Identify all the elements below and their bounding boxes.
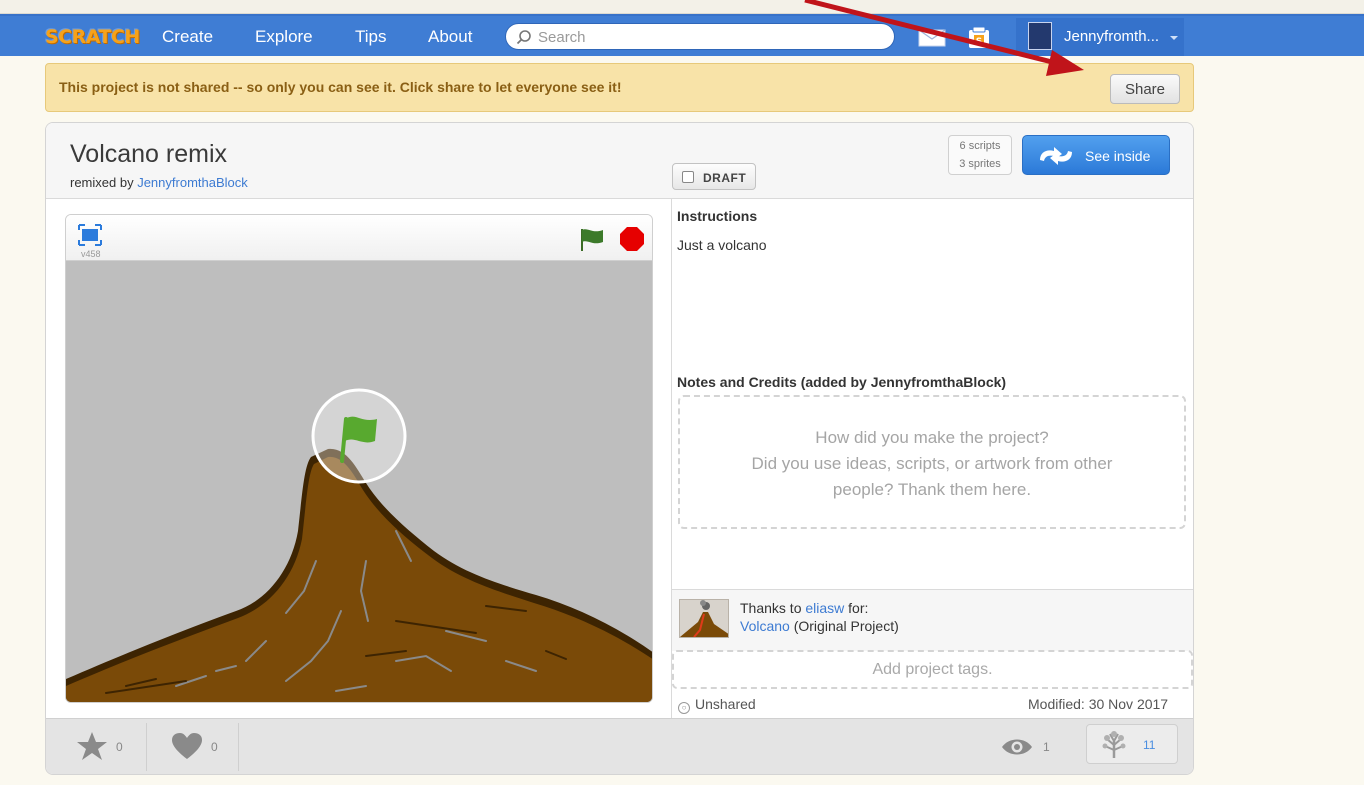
original-project-thumbnail[interactable] [679,599,729,638]
messages-icon[interactable] [918,29,946,47]
heart-icon [172,733,202,759]
tags-input[interactable]: Add project tags. [672,650,1193,689]
avatar [1028,22,1052,50]
instructions-title: Instructions [677,208,758,224]
fullscreen-icon[interactable] [78,224,102,246]
remixed-by-prefix: remixed by [70,175,138,190]
browser-top-strip [0,0,1364,14]
draft-label: DRAFT [703,171,747,185]
svg-text:S: S [976,37,982,47]
remix-tree-button[interactable]: 11 [1086,724,1178,764]
notes-placeholder: How did you make the project? Did you us… [680,425,1184,503]
love-count: 0 [211,740,218,754]
not-shared-banner: This project is not shared -- so only yo… [45,63,1194,112]
credit-project-link[interactable]: Volcano [740,618,790,634]
version-label: v458 [81,249,101,259]
notes-input[interactable]: How did you make the project? Did you us… [678,395,1186,529]
remix-tree-icon [1102,731,1126,758]
scripts-count: 6 scripts [959,140,1001,152]
banner-text: This project is not shared -- so only yo… [59,79,622,95]
remix-credits: Thanks to eliasw for: Volcano (Original … [672,589,1193,651]
nav-create[interactable]: Create [162,26,213,48]
notes-placeholder-line1: How did you make the project? [815,428,1049,447]
scratch-logo[interactable]: SCRATCH [45,24,140,50]
player-controls: v458 [66,215,652,261]
unshared-icon: ○ [678,702,690,714]
views-stat: 1 [1001,719,1061,774]
nav-explore[interactable]: Explore [255,26,313,48]
credit-thanks-prefix: Thanks to [740,600,806,616]
share-button[interactable]: Share [1110,74,1180,104]
notes-placeholder-line3: people? Thank them here. [832,480,1032,499]
draft-checkbox[interactable] [682,171,694,183]
nav-about[interactable]: About [428,26,472,48]
project-player: v458 [65,214,653,703]
credit-thanks: Thanks to eliasw for: [740,600,868,616]
tags-placeholder: Add project tags. [872,661,993,678]
green-flag-icon[interactable] [578,226,606,252]
stats-divider [146,723,147,771]
username: Jennyfromth... [1064,28,1160,45]
stats-divider [238,723,239,771]
credit-thanks-suffix: for: [844,600,869,616]
stage[interactable] [66,261,652,702]
project-card: Volcano remix remixed by JennyfromthaBlo… [45,122,1194,775]
search-icon [516,30,531,45]
chevron-down-icon [1170,36,1178,40]
stop-icon[interactable] [619,226,645,252]
views-count: 1 [1043,740,1050,754]
stats-bar: 0 0 1 11 [46,718,1193,774]
search-input[interactable] [538,27,878,47]
account-menu[interactable]: Jennyfromth... [1016,18,1184,56]
volcano-thumbnail-image [680,600,728,637]
remix-count: 11 [1143,738,1156,752]
draft-toggle[interactable]: DRAFT [672,163,756,190]
star-icon [77,732,107,760]
see-inside-button[interactable]: See inside [1022,135,1170,175]
credit-user-link[interactable]: eliasw [805,600,844,616]
notes-placeholder-line2: Did you use ideas, scripts, or artwork f… [751,454,1113,473]
instructions-text[interactable]: Just a volcano [677,237,767,253]
modified-date: Modified: 30 Nov 2017 [1028,696,1169,712]
share-status-text: Unshared [695,696,756,712]
search-box[interactable] [505,23,895,50]
notes-title: Notes and Credits (added by Jennyfromtha… [677,374,1007,390]
author-link[interactable]: JennyfromthaBlock [137,175,248,190]
sprites-count: 3 sprites [959,158,1001,170]
my-stuff-icon[interactable]: S [966,25,992,51]
navbar: SCRATCH Create Explore Tips About S Jenn… [0,14,1364,56]
favorite-stat[interactable]: 0 [76,719,146,774]
project-header: Volcano remix remixed by JennyfromthaBlo… [46,123,1193,199]
see-inside-label: See inside [1085,148,1151,164]
project-counts: 6 scripts 3 sprites [948,135,1012,175]
remixed-by: remixed by JennyfromthaBlock [70,175,248,190]
share-status: ○ Unshared [678,696,756,714]
remix-arrows-icon [1040,147,1072,165]
volcano-scene [66,388,652,702]
project-title[interactable]: Volcano remix [70,140,227,169]
favorite-count: 0 [116,740,123,754]
nav-tips[interactable]: Tips [355,26,387,48]
credit-project: Volcano (Original Project) [740,618,899,634]
eye-icon [1002,739,1032,755]
credit-project-suffix: (Original Project) [789,618,899,634]
love-stat[interactable]: 0 [171,719,241,774]
